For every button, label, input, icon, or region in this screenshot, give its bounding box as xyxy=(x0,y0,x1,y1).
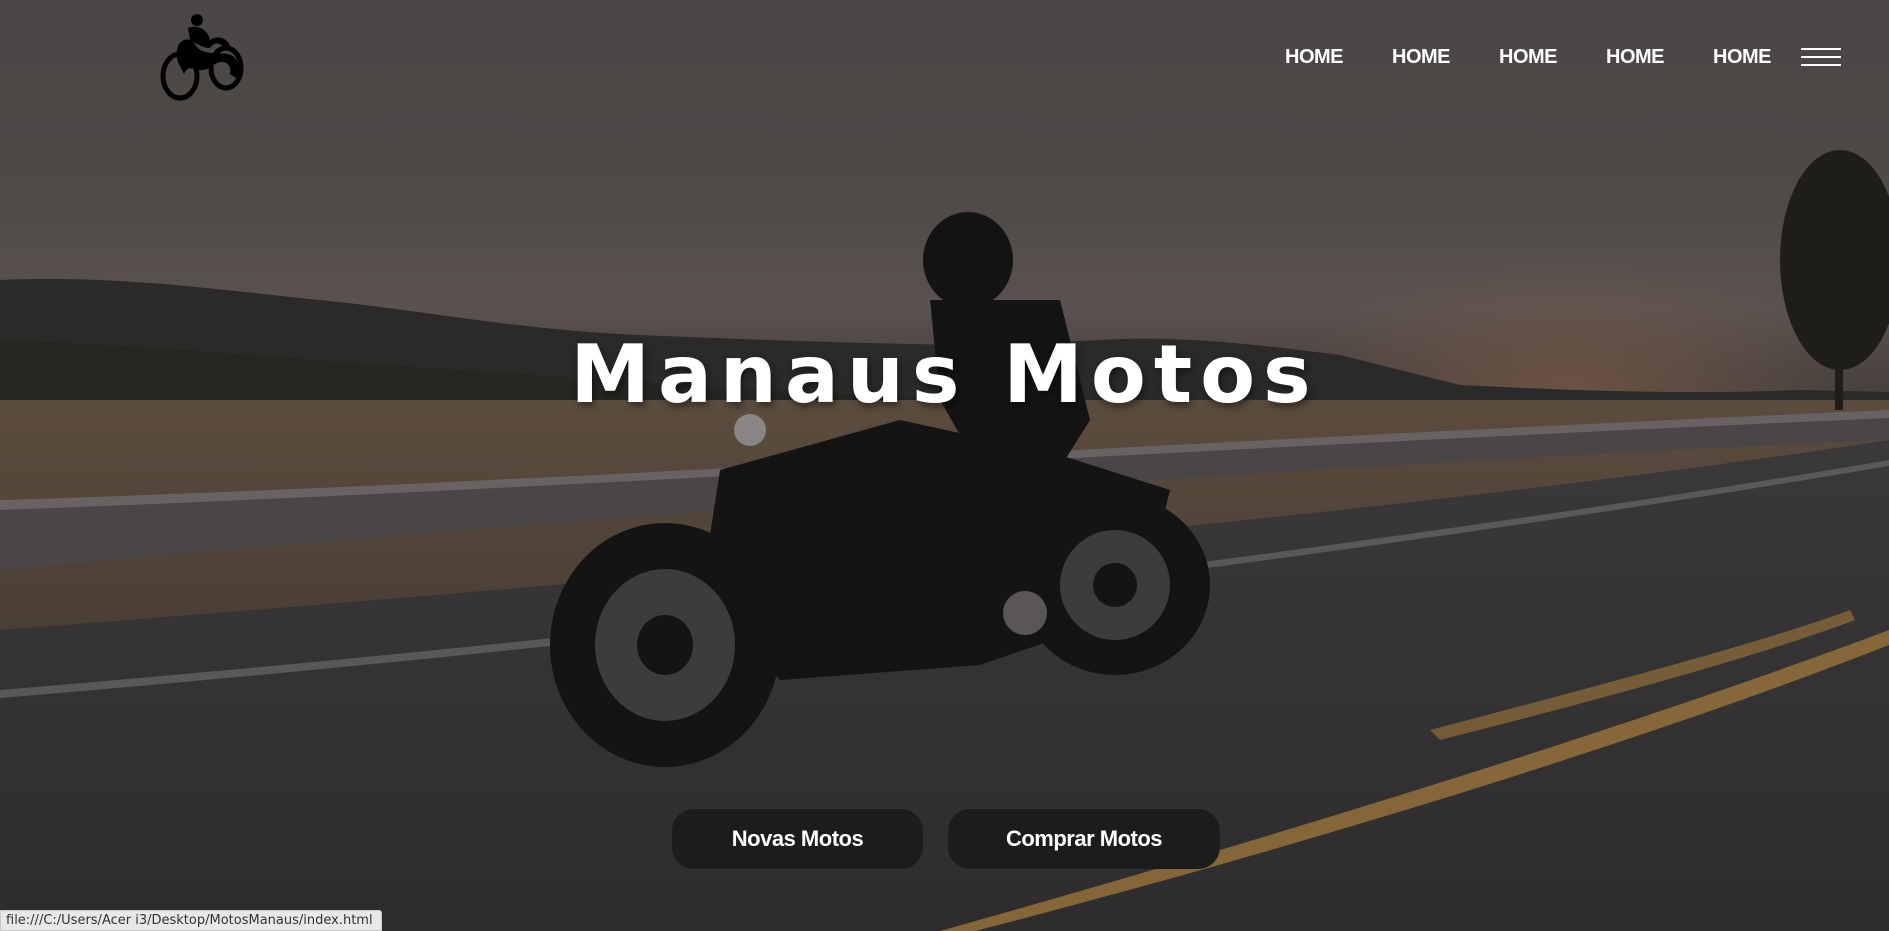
motorcycle-rider-icon[interactable] xyxy=(158,12,248,102)
nav-link-home-1[interactable]: HOME xyxy=(1285,46,1344,69)
cta-buttons: Novas Motos Comprar Motos xyxy=(672,809,1220,869)
nav-link-home-5[interactable]: HOME xyxy=(1713,46,1772,69)
hero-background-image xyxy=(0,0,1889,931)
novas-motos-button[interactable]: Novas Motos xyxy=(672,809,923,869)
browser-status-url: file:///C:/Users/Acer i3/Desktop/MotosMa… xyxy=(0,910,382,931)
main-navigation: HOME HOME HOME HOME HOME xyxy=(1236,46,1772,69)
page-title: Manaus Motos xyxy=(570,328,1319,421)
hero-section: HOME HOME HOME HOME HOME Manaus Motos No… xyxy=(0,0,1889,931)
comprar-motos-button[interactable]: Comprar Motos xyxy=(948,809,1220,869)
nav-link-home-3[interactable]: HOME xyxy=(1499,46,1558,69)
nav-link-home-4[interactable]: HOME xyxy=(1606,46,1665,69)
hamburger-line xyxy=(1801,64,1841,66)
nav-link-home-2[interactable]: HOME xyxy=(1392,46,1451,69)
hamburger-menu-icon[interactable] xyxy=(1801,48,1841,72)
hamburger-line xyxy=(1801,48,1841,50)
hamburger-line xyxy=(1801,56,1841,58)
